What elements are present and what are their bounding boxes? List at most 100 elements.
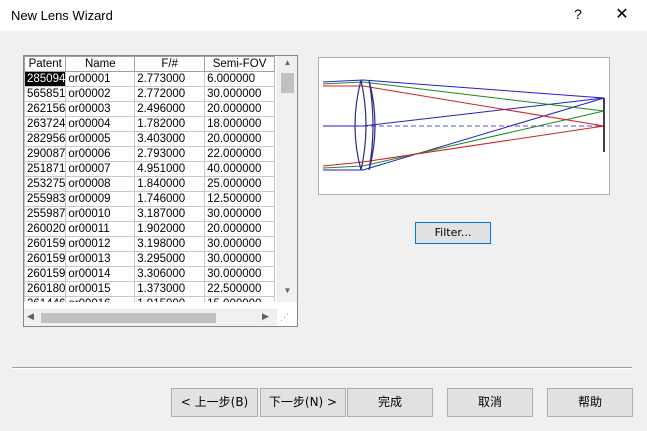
patent-cell: 260020 (24, 221, 67, 237)
semi-fov-cell: 20.000000 (204, 221, 275, 237)
lens-list: Patent Name F/# Semi-FOV 285094 or00001 2.… (23, 55, 298, 327)
name-cell: or00011 (65, 221, 136, 237)
fnumber-cell: 3.295000 (134, 251, 206, 267)
help-icon[interactable]: ? (571, 6, 585, 22)
semi-fov-cell: 22.000000 (204, 146, 275, 162)
footer-divider (12, 367, 632, 369)
name-cell: or00012 (65, 236, 136, 252)
lens-row[interactable]: 290087 or00006 2.793000 22.000000 (24, 146, 275, 162)
patent-cell: 260180 (24, 281, 67, 297)
name-cell: or00002 (65, 86, 136, 102)
filter-button[interactable]: Filter... (415, 222, 491, 244)
scroll-right-icon[interactable]: ▶ (262, 311, 269, 322)
name-cell: or00001 (65, 71, 136, 87)
cancel-button[interactable]: 取消 (447, 388, 533, 417)
fnumber-cell: 1.915000 (134, 296, 206, 302)
semi-fov-cell: 30.000000 (204, 236, 275, 252)
lens-row[interactable]: 255987 or00010 3.187000 30.000000 (24, 206, 275, 222)
name-cell: or00013 (65, 251, 136, 267)
lens-row[interactable]: 263724 or00004 1.782000 18.000000 (24, 116, 275, 132)
name-cell: or00008 (65, 176, 136, 192)
lens-layout-drawing (322, 79, 605, 171)
fnumber-cell: 3.198000 (134, 236, 206, 252)
semi-fov-cell: 30.000000 (204, 251, 275, 267)
finish-button[interactable]: 完成 (347, 388, 433, 417)
horizontal-scrollbar[interactable]: ◀ ▶ (24, 309, 277, 326)
semi-fov-cell: 30.000000 (204, 266, 275, 282)
lens-row[interactable]: 253275 or00008 1.840000 25.000000 (24, 176, 275, 192)
lens-row[interactable]: 565851 or00002 2.772000 30.000000 (24, 86, 275, 102)
patent-cell: 282956 (24, 131, 67, 147)
name-cell: or00006 (65, 146, 136, 162)
lens-row[interactable]: 261446or000161.91500015.000000 (24, 296, 275, 302)
semi-fov-cell: 15.000000 (204, 296, 275, 302)
name-cell: or00014 (65, 266, 136, 282)
semi-fov-cell: 40.000000 (204, 161, 275, 177)
patent-cell: 253275 (24, 176, 67, 192)
back-button[interactable]: < 上一步(B) (171, 388, 258, 417)
lens-preview (318, 57, 610, 195)
patent-cell: 260159 (24, 251, 67, 267)
patent-cell: 255987 (24, 206, 67, 222)
fnumber-cell: 3.187000 (134, 206, 206, 222)
lens-row[interactable]: 282956 or00005 3.403000 20.000000 (24, 131, 275, 147)
scroll-up-icon[interactable]: ▲ (278, 58, 297, 72)
help-button[interactable]: 帮助 (547, 388, 633, 417)
fnumber-cell: 2.773000 (134, 71, 206, 87)
fnumber-cell: 3.306000 (134, 266, 206, 282)
lens-row[interactable]: 255983 or00009 1.746000 12.500000 (24, 191, 275, 207)
semi-fov-cell: 18.000000 (204, 116, 275, 132)
scroll-left-icon[interactable]: ◀ (27, 311, 34, 322)
lens-row[interactable]: 260159 or00014 3.306000 30.000000 (24, 266, 275, 282)
close-icon[interactable]: ✕ (614, 4, 630, 24)
lens-row[interactable]: 260159 or00012 3.198000 30.000000 (24, 236, 275, 252)
resize-grip-icon[interactable]: ⋰ (280, 312, 294, 324)
patent-cell: 251871 (24, 161, 67, 177)
vertical-scrollbar[interactable]: ▲ ▼ (277, 56, 297, 302)
lens-row[interactable]: 260020 or00011 1.902000 20.000000 (24, 221, 275, 237)
name-cell: or00005 (65, 131, 136, 147)
lens-row[interactable]: 251871 or00007 4.951000 40.000000 (24, 161, 275, 177)
header-row: Patent Name F/# Semi-FOV (24, 56, 275, 72)
column-header-fnumber[interactable]: F/# (134, 56, 206, 72)
name-cell: or00010 (65, 206, 136, 222)
patent-cell: 263724 (24, 116, 67, 132)
patent-cell: 260159 (24, 266, 67, 282)
name-cell: or00009 (65, 191, 136, 207)
name-cell: or00015 (65, 281, 136, 297)
lens-element-1 (354, 79, 367, 171)
semi-fov-cell: 22.500000 (204, 281, 275, 297)
fnumber-cell: 2.496000 (134, 101, 206, 117)
patent-cell: 260159 (24, 236, 67, 252)
fnumber-cell: 1.840000 (134, 176, 206, 192)
semi-fov-cell: 6.000000 (204, 71, 275, 87)
patent-cell: 565851 (24, 86, 67, 102)
name-cell: or00004 (65, 116, 136, 132)
fnumber-cell: 1.373000 (134, 281, 206, 297)
patent-cell: 255983 (24, 191, 67, 207)
semi-fov-cell: 30.000000 (204, 206, 275, 222)
semi-fov-cell: 20.000000 (204, 131, 275, 147)
lens-row[interactable]: 262156 or00003 2.496000 20.000000 (24, 101, 275, 117)
horizontal-scroll-thumb[interactable] (41, 313, 216, 323)
column-header-semi-fov[interactable]: Semi-FOV (204, 56, 275, 72)
column-header-patent[interactable]: Patent (24, 56, 67, 72)
patent-cell: 262156 (24, 101, 67, 117)
semi-fov-cell: 30.000000 (204, 86, 275, 102)
window-title: New Lens Wizard (11, 8, 113, 23)
fnumber-cell: 1.782000 (134, 116, 206, 132)
lens-row[interactable]: 260180 or00015 1.373000 22.500000 (24, 281, 275, 297)
fnumber-cell: 2.772000 (134, 86, 206, 102)
vertical-scroll-thumb[interactable] (281, 73, 294, 93)
lens-grid: Patent Name F/# Semi-FOV 285094 or00001 2.… (24, 56, 275, 302)
lens-row[interactable]: 285094 or00001 2.773000 6.000000 (24, 71, 275, 87)
column-header-name[interactable]: Name (65, 56, 136, 72)
lens-row[interactable]: 260159 or00013 3.295000 30.000000 (24, 251, 275, 267)
semi-fov-cell: 12.500000 (204, 191, 275, 207)
name-cell: or00007 (65, 161, 136, 177)
scroll-down-icon[interactable]: ▼ (278, 286, 297, 300)
fnumber-cell: 1.746000 (134, 191, 206, 207)
name-cell: or00003 (65, 101, 136, 117)
next-button[interactable]: 下一步(N) > (260, 388, 346, 417)
name-cell: or00016 (65, 296, 136, 302)
